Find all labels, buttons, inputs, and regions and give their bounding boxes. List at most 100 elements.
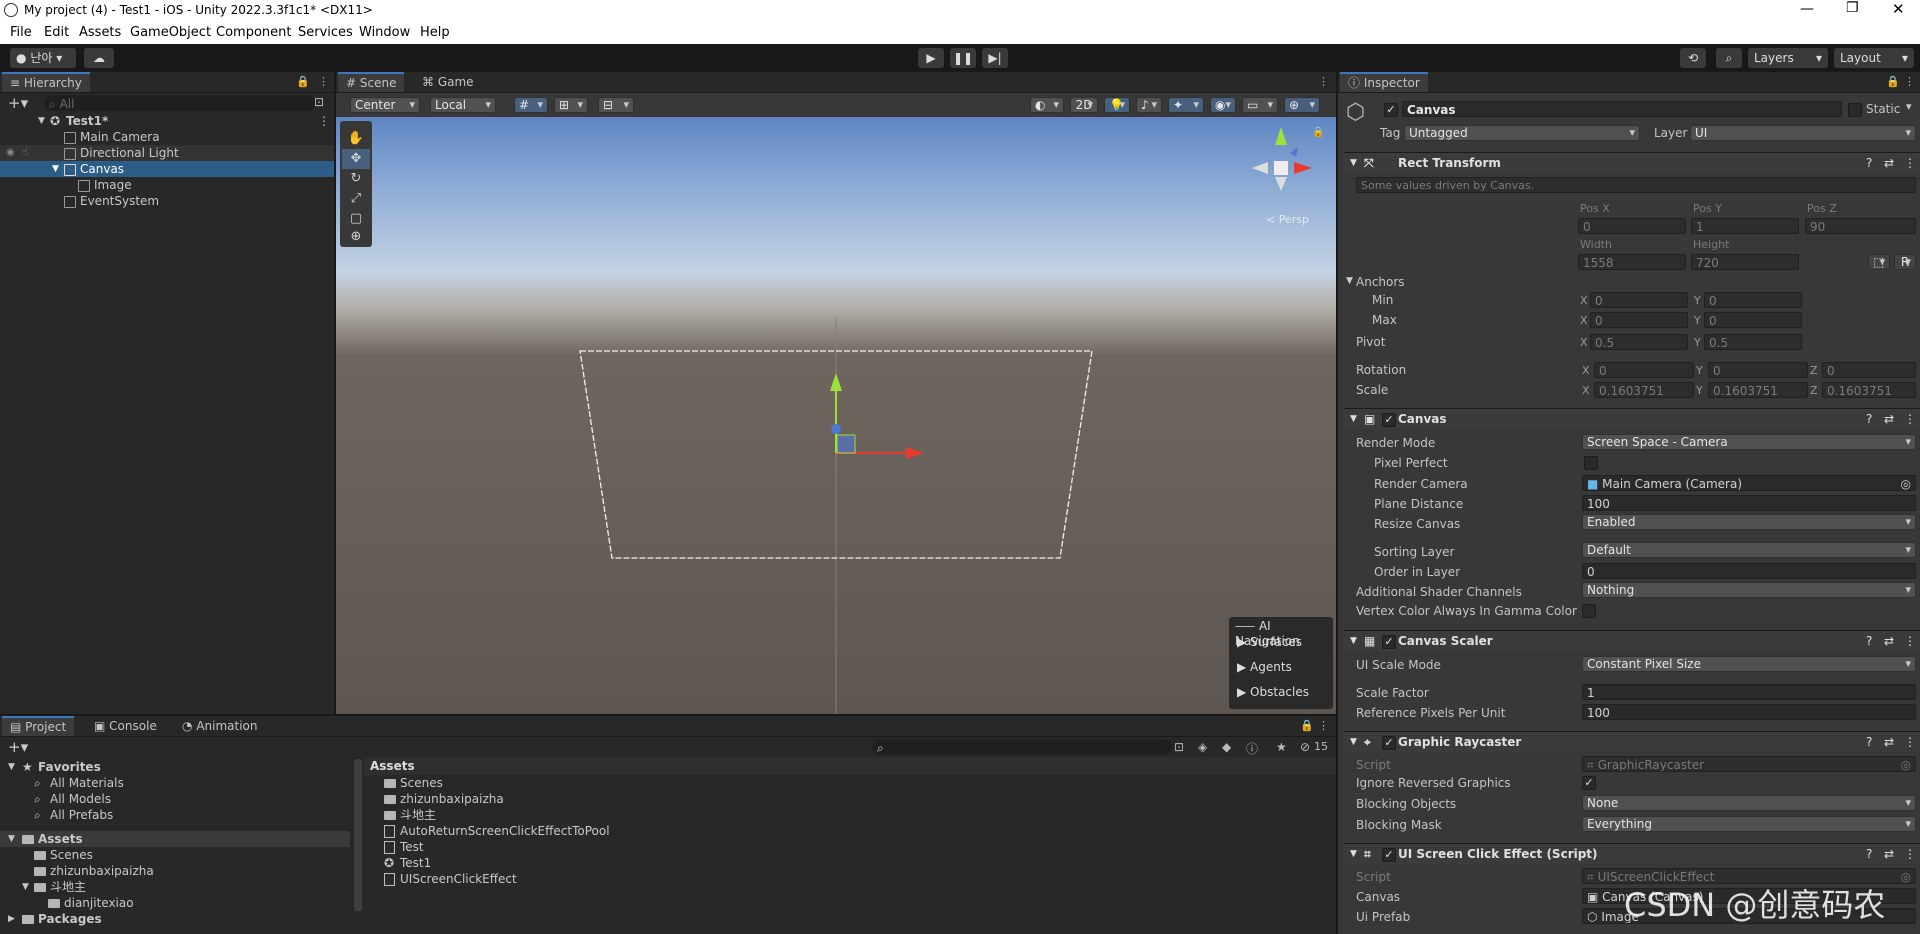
expand-arrow-icon[interactable]: ▼ xyxy=(1350,732,1357,752)
vertex-color-checkbox[interactable] xyxy=(1582,604,1596,618)
render-camera-field[interactable]: ■ Main Camera (Camera) ◎ xyxy=(1582,475,1916,491)
expand-arrow-icon[interactable]: ▼ xyxy=(38,113,45,129)
chevron-down-icon[interactable]: ▾ xyxy=(1906,100,1912,113)
overlay-item-agents[interactable]: ▶ Agents xyxy=(1237,660,1292,674)
search-by-type-icon[interactable]: ⊡ xyxy=(1174,740,1184,754)
file-item-uiscreenclickeffect[interactable]: UIScreenClickEffect xyxy=(364,871,1336,887)
shader-channels-dropdown[interactable]: Nothing xyxy=(1582,582,1916,598)
canvas-enabled-checkbox[interactable]: ✓ xyxy=(1382,413,1396,427)
z-handle[interactable] xyxy=(831,424,841,434)
tree-item-all-prefabs[interactable]: ⌕ All Prefabs xyxy=(0,807,334,823)
more-icon[interactable]: ⋮ xyxy=(318,113,330,129)
tree-scrollbar[interactable] xyxy=(354,759,362,911)
tree-item-image[interactable]: Image xyxy=(0,177,334,193)
maximize-icon[interactable]: ❐ xyxy=(1846,0,1859,16)
transform-tool-icon[interactable]: ⊕ xyxy=(342,227,370,247)
tree-item-test1[interactable]: ▼ ✪ Test1* ⋮ xyxy=(0,113,334,129)
tab-console[interactable]: ▣ Console xyxy=(86,716,165,736)
increment-snap-dropdown[interactable]: ⊞ xyxy=(554,97,588,113)
help-icon[interactable]: ? xyxy=(1866,844,1872,864)
more-icon[interactable]: ⋮ xyxy=(1904,409,1916,429)
more-icon[interactable]: ⋮ xyxy=(1318,75,1329,88)
canvas-scaler-enabled-checkbox[interactable]: ✓ xyxy=(1382,635,1396,649)
pivot-dropdown[interactable]: Center xyxy=(350,97,420,113)
account-dropdown[interactable]: ● 난아 ▾ xyxy=(10,48,76,68)
object-picker-icon[interactable]: ◎ xyxy=(1901,869,1911,883)
preset-icon[interactable]: ⇄ xyxy=(1884,631,1894,651)
tree-item-zhizunbaxipaizha[interactable]: zhizunbaxipaizha xyxy=(0,863,334,879)
scale-y-field[interactable]: 0.1603751 xyxy=(1708,382,1808,398)
tree-item-dianjitexiao[interactable]: dianjitexiao xyxy=(0,895,334,911)
preset-icon[interactable]: ⇄ xyxy=(1884,409,1894,429)
pos-x-field[interactable]: 0 xyxy=(1578,218,1686,234)
menu-gameobject[interactable]: GameObject xyxy=(130,25,211,40)
order-in-layer-field[interactable]: 0 xyxy=(1582,563,1916,579)
effects-dropdown[interactable]: ✦ xyxy=(1168,97,1204,113)
layer-dropdown[interactable]: UI xyxy=(1690,125,1916,141)
height-field[interactable]: 720 xyxy=(1691,254,1799,270)
menu-services[interactable]: Services xyxy=(298,25,353,40)
overlay-item-surfaces[interactable]: ▶ Surfaces xyxy=(1237,635,1302,649)
more-icon[interactable]: ⋮ xyxy=(1904,844,1916,864)
help-icon[interactable]: ? xyxy=(1866,631,1872,651)
pixel-perfect-checkbox[interactable] xyxy=(1584,456,1598,470)
pos-y-field[interactable]: 1 xyxy=(1691,218,1799,234)
menu-edit[interactable]: Edit xyxy=(44,25,69,40)
play-button[interactable]: ▶ xyxy=(918,48,944,68)
shading-dropdown[interactable]: ◐ xyxy=(1030,97,1064,113)
canvas-header[interactable]: ▼ ▣ ✓ Canvas ? ⇄ ⋮ xyxy=(1344,408,1920,429)
tree-item-favorites[interactable]: ▼ ★ Favorites xyxy=(0,759,354,775)
expand-arrow-icon[interactable]: ▼ xyxy=(1350,409,1357,429)
audio-toggle[interactable]: ♪ xyxy=(1136,97,1162,113)
gizmo-neg-y-icon[interactable] xyxy=(1275,177,1287,191)
space-dropdown[interactable]: Local xyxy=(430,97,496,113)
help-icon[interactable]: ? xyxy=(1866,732,1872,752)
pos-z-field[interactable]: 90 xyxy=(1805,218,1916,234)
click-effect-header[interactable]: ▼ ⌗ ✓ UI Screen Click Effect (Script) ? … xyxy=(1344,843,1920,864)
layout-dropdown[interactable]: Layout ▾ xyxy=(1834,48,1914,68)
lock-icon[interactable]: 🔒 xyxy=(1300,719,1314,732)
more-icon[interactable]: ⋮ xyxy=(1904,631,1916,651)
canvas-scaler-header[interactable]: ▼ ▦ ✓ Canvas Scaler ? ⇄ ⋮ xyxy=(1344,630,1920,651)
y-arrow-icon[interactable] xyxy=(830,373,842,391)
tree-item-eventsystem[interactable]: EventSystem xyxy=(0,193,334,209)
click-effect-enabled-checkbox[interactable]: ✓ xyxy=(1382,848,1396,862)
gizmo-center-icon[interactable] xyxy=(1274,161,1288,175)
pivot-y-field[interactable]: 0.5 xyxy=(1704,334,1802,350)
visibility-icon[interactable]: ◉ xyxy=(6,145,15,161)
menu-help[interactable]: Help xyxy=(420,25,450,40)
file-item-test[interactable]: Test xyxy=(364,839,1336,855)
pick-icon[interactable]: ☝ xyxy=(22,145,28,161)
tab-project[interactable]: ▤ Project xyxy=(2,716,75,736)
expand-arrow-icon[interactable]: ▼ xyxy=(1350,153,1357,173)
help-icon[interactable]: ? xyxy=(1866,409,1872,429)
step-button[interactable]: ▶| xyxy=(982,48,1008,68)
project-search-input[interactable]: ⌕ xyxy=(872,739,1172,755)
render-mode-dropdown[interactable]: Screen Space - Camera xyxy=(1582,434,1916,450)
expand-arrow-icon[interactable]: ▼ xyxy=(1350,631,1357,651)
cloud-button[interactable]: ☁ xyxy=(84,48,114,68)
width-field[interactable]: 1558 xyxy=(1578,254,1686,270)
minimize-icon[interactable]: — xyxy=(1800,1,1814,17)
anchor-max-y-field[interactable]: 0 xyxy=(1704,312,1802,328)
menu-window[interactable]: Window xyxy=(359,25,410,40)
history-button[interactable]: ⟲ xyxy=(1680,48,1706,68)
info-icon[interactable]: ⓘ xyxy=(1246,740,1258,757)
blueprint-button[interactable]: ⬚ xyxy=(1868,254,1890,270)
blocking-mask-dropdown[interactable]: Everything xyxy=(1582,816,1916,832)
graphic-raycaster-header[interactable]: ▼ ⌖ ✓ Graphic Raycaster ? ⇄ ⋮ xyxy=(1344,731,1920,752)
anchor-min-x-field[interactable]: 0 xyxy=(1590,292,1688,308)
tree-item-canvas[interactable]: ▼ Canvas xyxy=(0,161,334,177)
preset-icon[interactable]: ⇄ xyxy=(1884,844,1894,864)
help-icon[interactable]: ? xyxy=(1866,153,1872,173)
lock-icon[interactable]: 🔒 xyxy=(1312,127,1324,138)
breadcrumb[interactable]: Assets xyxy=(370,759,415,773)
object-picker-icon[interactable]: ◎ xyxy=(1901,476,1911,490)
more-icon[interactable]: ⋮ xyxy=(1904,153,1916,173)
tree-item-packages[interactable]: ▶ Packages xyxy=(0,911,334,927)
object-picker-icon[interactable]: ◎ xyxy=(1901,757,1911,771)
tab-hierarchy[interactable]: ≡ Hierarchy xyxy=(2,72,90,92)
sorting-layer-dropdown[interactable]: Default xyxy=(1582,542,1916,558)
hand-tool-icon[interactable]: ✋ xyxy=(342,129,370,149)
tag-dropdown[interactable]: Untagged xyxy=(1404,125,1640,141)
